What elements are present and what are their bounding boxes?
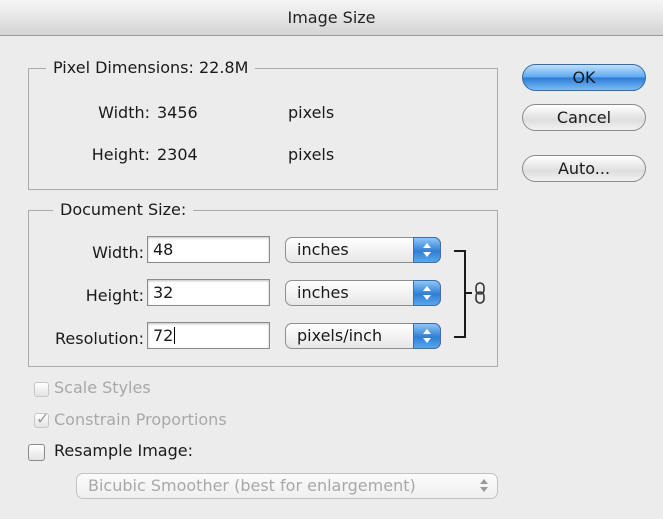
text-cursor [174, 327, 176, 344]
scale-styles-label: Scale Styles [54, 378, 151, 397]
constrain-proportions-label: Constrain Proportions [54, 410, 227, 429]
resolution-value: 72 [153, 326, 174, 345]
resample-method-select[interactable]: Bicubic Smoother (best for enlargement) [76, 473, 498, 499]
title-bar: Image Size [0, 0, 663, 36]
doc-width-input[interactable]: 48 [147, 236, 270, 263]
pixel-height-unit: pixels [288, 145, 335, 164]
scale-styles-checkbox[interactable] [34, 382, 49, 397]
up-down-arrows-icon [479, 479, 489, 493]
doc-height-unit-value: inches [297, 283, 349, 302]
doc-height-input[interactable]: 32 [147, 279, 270, 306]
resolution-unit-select[interactable]: pixels/inch [285, 323, 441, 349]
cancel-button[interactable]: Cancel [522, 104, 646, 131]
doc-width-unit-value: inches [297, 240, 349, 259]
doc-height-label: Height: [85, 286, 144, 305]
resample-method-value: Bicubic Smoother (best for enlargement) [88, 476, 416, 495]
doc-width-label: Width: [92, 243, 144, 262]
doc-height-unit-select[interactable]: inches [285, 280, 441, 306]
constrain-bracket-tick [465, 292, 472, 294]
ok-button[interactable]: OK [522, 64, 646, 91]
checkmark-icon: ✓ [36, 409, 50, 428]
document-size-legend: Document Size: [53, 200, 194, 219]
auto-button[interactable]: Auto... [522, 155, 646, 182]
up-down-arrows-icon [413, 237, 441, 263]
up-down-arrows-icon [413, 280, 441, 306]
resolution-unit-value: pixels/inch [297, 326, 383, 345]
resolution-label: Resolution: [55, 329, 144, 348]
pixel-dimensions-legend: Pixel Dimensions: 22.8M [46, 58, 256, 77]
pixel-dimensions-group [28, 68, 498, 190]
resample-image-label: Resample Image: [54, 441, 193, 460]
constrain-proportions-checkbox[interactable]: ✓ [34, 409, 49, 428]
pixel-width-label: Width: [98, 103, 150, 122]
pixel-height-label: Height: [91, 145, 150, 164]
constrain-bracket [454, 250, 466, 338]
up-down-arrows-icon [413, 323, 441, 349]
pixel-height-value: 2304 [157, 145, 198, 164]
chain-link-icon [475, 282, 485, 304]
window-title: Image Size [287, 8, 376, 27]
resolution-input[interactable]: 72 [147, 322, 270, 349]
doc-width-unit-select[interactable]: inches [285, 237, 441, 263]
resample-image-checkbox[interactable] [28, 444, 45, 461]
pixel-width-value: 3456 [157, 103, 198, 122]
pixel-width-unit: pixels [288, 103, 335, 122]
